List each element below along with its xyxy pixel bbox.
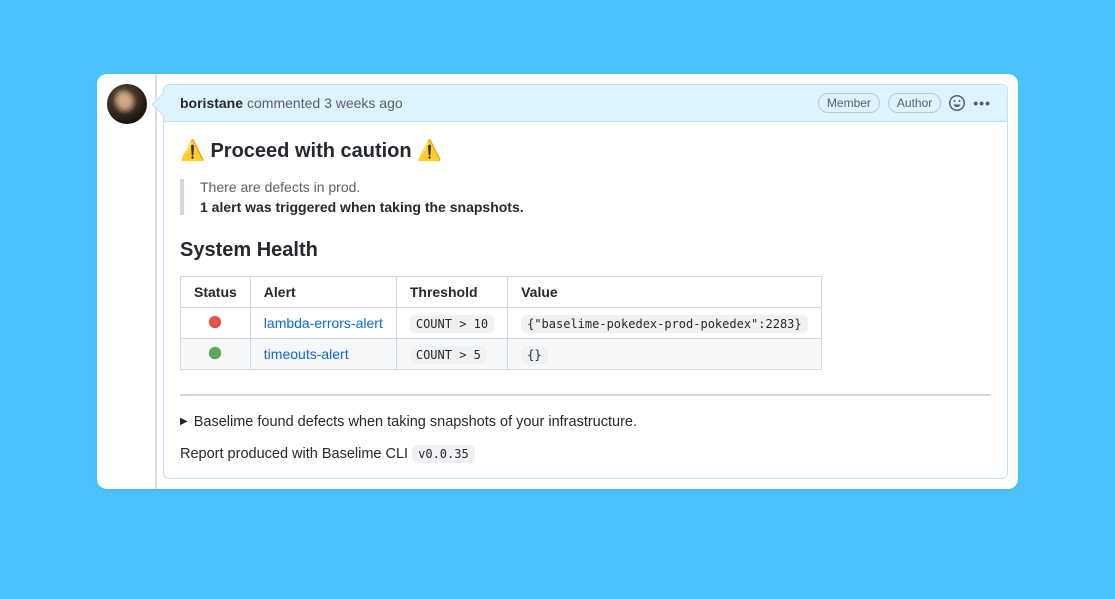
author-link[interactable]: boristane <box>180 95 243 111</box>
divider <box>180 394 991 396</box>
alert-link[interactable]: timeouts-alert <box>264 346 349 362</box>
blockquote-line1: There are defects in prod. <box>200 179 991 195</box>
defects-details[interactable]: Baselime found defects when taking snaps… <box>180 414 991 430</box>
defects-summary[interactable]: Baselime found defects when taking snaps… <box>180 414 991 430</box>
th-alert: Alert <box>250 277 396 308</box>
warning-icon: ⚠️ <box>180 140 205 162</box>
avatar[interactable] <box>107 84 147 124</box>
blockquote: There are defects in prod. 1 alert was t… <box>180 179 991 215</box>
comment-header: boristane commented 3 weeks ago Member A… <box>164 85 1007 122</box>
comment-body: ⚠️ Proceed with caution ⚠️ There are def… <box>164 122 1007 478</box>
comment-time[interactable]: 3 weeks ago <box>324 95 403 111</box>
status-dot-green <box>209 347 221 359</box>
more-icon[interactable]: ••• <box>973 95 991 111</box>
th-threshold: Threshold <box>396 277 507 308</box>
system-health-heading: System Health <box>180 239 991 262</box>
header-actions: Member Author ••• <box>818 93 991 113</box>
emoji-icon[interactable] <box>949 95 965 111</box>
cell-value: {"baselime-pokedex-prod-pokedex":2283} <box>521 315 808 333</box>
th-status: Status <box>181 277 251 308</box>
comment-card: boristane commented 3 weeks ago Member A… <box>97 74 1018 489</box>
alert-link[interactable]: lambda-errors-alert <box>264 315 383 331</box>
comment-action: commented <box>247 95 320 111</box>
warning-heading: ⚠️ Proceed with caution ⚠️ <box>180 138 991 163</box>
threshold-value: COUNT > 10 <box>410 315 494 333</box>
badge-author: Author <box>888 93 941 113</box>
status-dot-red <box>209 316 221 328</box>
cli-version: v0.0.35 <box>412 445 475 463</box>
badge-member: Member <box>818 93 880 113</box>
health-table: Status Alert Threshold Value lambda-erro… <box>180 276 822 370</box>
threshold-value: COUNT > 5 <box>410 346 487 364</box>
th-value: Value <box>508 277 822 308</box>
report-line: Report produced with Baselime CLI v0.0.3… <box>180 446 991 462</box>
cell-value: {} <box>521 346 547 364</box>
blockquote-line2: 1 alert was triggered when taking the sn… <box>200 199 991 215</box>
comment-wrap: boristane commented 3 weeks ago Member A… <box>97 74 1018 489</box>
table-row: lambda-errors-alert COUNT > 10 {"baselim… <box>181 308 822 339</box>
comment-bubble: boristane commented 3 weeks ago Member A… <box>163 84 1008 479</box>
warning-icon: ⚠️ <box>417 140 442 162</box>
table-row: timeouts-alert COUNT > 5 {} <box>181 339 822 370</box>
